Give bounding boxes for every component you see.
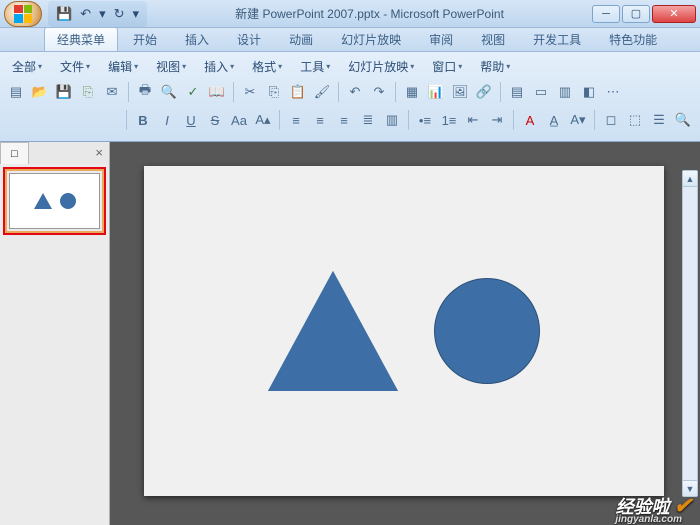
undo-more-icon[interactable]: ▾ <box>99 6 106 22</box>
slide-thumbnail-1[interactable] <box>9 173 100 229</box>
titlebar: 💾 ↶ ▾ ↻ ▾ 新建 PowerPoint 2007.pptx - Micr… <box>0 0 700 28</box>
tab-developer[interactable]: 开发工具 <box>520 27 594 51</box>
picture-icon[interactable]: 🖼 <box>450 82 470 102</box>
spell-icon[interactable]: ✓ <box>183 82 203 102</box>
slide-panel: □ × 1 <box>0 142 110 525</box>
menu-insert[interactable]: 插入▾ <box>204 58 234 75</box>
tab-view[interactable]: 视图 <box>468 27 518 51</box>
highlight-icon[interactable]: A̲ <box>544 110 564 130</box>
font-grow-icon[interactable]: A▴ <box>253 110 273 130</box>
scroll-up-icon[interactable]: ▲ <box>683 171 697 187</box>
shapes-icon[interactable]: ◻ <box>601 110 621 130</box>
copy-icon[interactable]: ⎘ <box>264 82 284 102</box>
save-icon[interactable]: 💾 <box>54 82 74 102</box>
new-slide-icon[interactable]: ▭ <box>531 82 551 102</box>
circle-shape[interactable] <box>434 278 540 384</box>
design-icon[interactable]: ◧ <box>579 82 599 102</box>
menu-slideshow[interactable]: 幻灯片放映▾ <box>348 58 414 75</box>
undo-icon[interactable]: ↶ <box>80 6 91 22</box>
vertical-scrollbar[interactable]: ▲ ▼ <box>682 170 698 497</box>
format-painter-icon[interactable]: 🖌 <box>312 82 332 102</box>
menu-tools[interactable]: 工具▾ <box>300 58 330 75</box>
indent-dec-icon[interactable]: ⇤ <box>463 110 483 130</box>
minimize-button[interactable]: ─ <box>592 5 620 23</box>
watermark-url: jingyanla.com <box>615 514 682 525</box>
tab-animation[interactable]: 动画 <box>276 27 326 51</box>
slide-canvas-area: ▲ ▼ 经验啦 ✔ jingyanla.com <box>110 142 700 525</box>
redo-icon[interactable]: ↷ <box>369 82 389 102</box>
font-color-icon[interactable]: A <box>520 110 540 130</box>
triangle-shape[interactable] <box>268 271 398 391</box>
undo-icon[interactable]: ↶ <box>345 82 365 102</box>
redo-icon[interactable]: ↻ <box>114 6 125 22</box>
menu-edit[interactable]: 编辑▾ <box>108 58 138 75</box>
tab-special[interactable]: 特色功能 <box>596 27 670 51</box>
slide-number: 1 <box>0 175 1 186</box>
tab-design[interactable]: 设计 <box>224 27 274 51</box>
thumbnails-tab[interactable]: □ <box>0 142 29 164</box>
tab-insert[interactable]: 插入 <box>172 27 222 51</box>
bullets-icon[interactable]: •≡ <box>415 110 435 130</box>
link-icon[interactable]: 🔗 <box>474 82 494 102</box>
save-icon[interactable]: 💾 <box>56 6 72 22</box>
menu-all[interactable]: 全部▾ <box>12 58 42 75</box>
slide-canvas[interactable] <box>144 166 664 496</box>
indent-inc-icon[interactable]: ⇥ <box>487 110 507 130</box>
office-button[interactable] <box>4 1 42 27</box>
new-icon[interactable]: ▤ <box>6 82 26 102</box>
align-left-icon[interactable]: ≡ <box>286 110 306 130</box>
italic-button[interactable]: I <box>157 110 177 130</box>
watermark: 经验啦 ✔ jingyanla.com <box>616 493 692 519</box>
research-icon[interactable]: 📖 <box>207 82 227 102</box>
underline-button[interactable]: U <box>181 110 201 130</box>
align-right-icon[interactable]: ≡ <box>334 110 354 130</box>
mini-circle-icon <box>60 193 76 209</box>
font-shrink-icon[interactable]: A▾ <box>568 110 588 130</box>
layout-icon[interactable]: ▥ <box>555 82 575 102</box>
slide-from-icon[interactable]: ▤ <box>507 82 527 102</box>
close-panel-icon[interactable]: × <box>95 145 103 160</box>
menu-view[interactable]: 视图▾ <box>156 58 186 75</box>
align-center-icon[interactable]: ≡ <box>310 110 330 130</box>
more-icon[interactable]: ⋯ <box>603 82 623 102</box>
justify-icon[interactable]: ≣ <box>358 110 378 130</box>
saveall-icon[interactable]: ⎘ <box>78 82 98 102</box>
menu-window[interactable]: 窗口▾ <box>432 58 462 75</box>
change-case-button[interactable]: Aa <box>229 110 249 130</box>
annotation-highlight: 1 <box>3 167 106 235</box>
quick-style-icon[interactable]: ☰ <box>649 110 669 130</box>
maximize-button[interactable]: ▢ <box>622 5 650 23</box>
ribbon-tabs: 经典菜单 开始 插入 设计 动画 幻灯片放映 审阅 视图 开发工具 特色功能 <box>0 28 700 52</box>
qat-customize-icon[interactable]: ▾ <box>133 6 140 22</box>
bold-button[interactable]: B <box>133 110 153 130</box>
chart-icon[interactable]: 📊 <box>426 82 446 102</box>
menu-format[interactable]: 格式▾ <box>252 58 282 75</box>
table-icon[interactable]: ▦ <box>402 82 422 102</box>
open-icon[interactable]: 📂 <box>30 82 50 102</box>
cut-icon[interactable]: ✂ <box>240 82 260 102</box>
preview-icon[interactable]: 🔍 <box>159 82 179 102</box>
tab-home[interactable]: 开始 <box>120 27 170 51</box>
print-icon[interactable]: 🖶 <box>135 82 155 102</box>
tab-review[interactable]: 审阅 <box>416 27 466 51</box>
find-icon[interactable]: 🔍 <box>673 110 693 130</box>
tab-classic-menu[interactable]: 经典菜单 <box>44 27 118 51</box>
paste-icon[interactable]: 📋 <box>288 82 308 102</box>
quick-access-toolbar: 💾 ↶ ▾ ↻ ▾ <box>48 1 147 27</box>
numbering-icon[interactable]: 1≡ <box>439 110 459 130</box>
strike-button[interactable]: S <box>205 110 225 130</box>
menu-file[interactable]: 文件▾ <box>60 58 90 75</box>
window-title: 新建 PowerPoint 2007.pptx - Microsoft Powe… <box>147 5 592 22</box>
ribbon: 全部▾ 文件▾ 编辑▾ 视图▾ 插入▾ 格式▾ 工具▾ 幻灯片放映▾ 窗口▾ 帮… <box>0 52 700 142</box>
columns-icon[interactable]: ▥ <box>382 110 402 130</box>
arrange-icon[interactable]: ⬚ <box>625 110 645 130</box>
workspace: □ × 1 ▲ ▼ 经验啦 ✔ <box>0 142 700 525</box>
mini-triangle-icon <box>34 193 52 209</box>
mail-icon[interactable]: ✉ <box>102 82 122 102</box>
menu-help[interactable]: 帮助▾ <box>480 58 510 75</box>
close-button[interactable]: ✕ <box>652 5 696 23</box>
tab-slideshow[interactable]: 幻灯片放映 <box>328 27 414 51</box>
